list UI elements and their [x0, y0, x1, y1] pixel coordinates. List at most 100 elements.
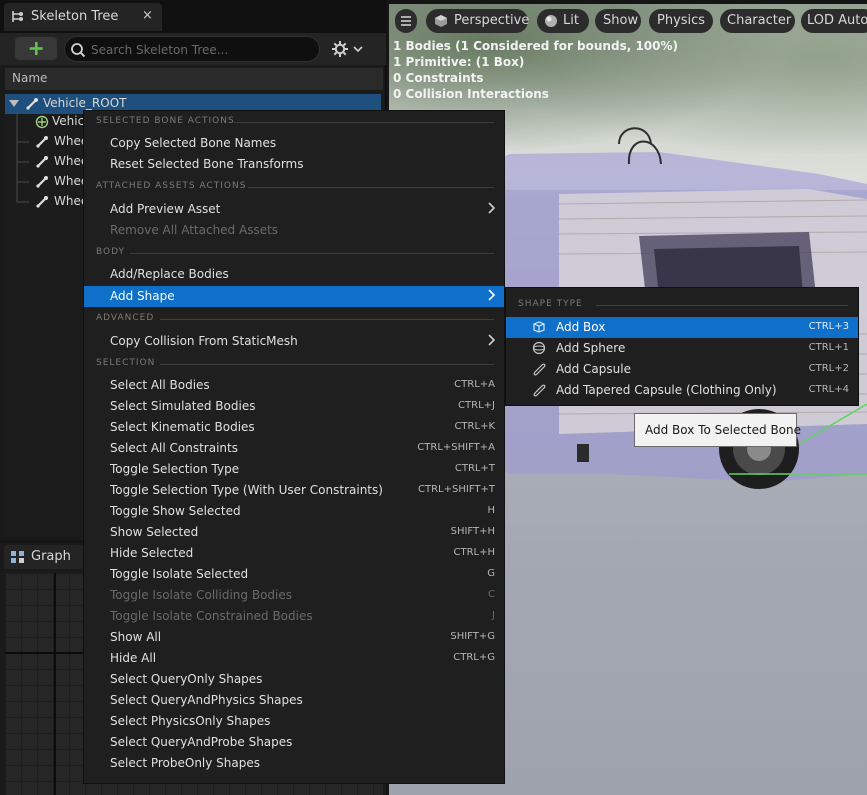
- menu-item-label: Toggle Isolate Colliding Bodies: [110, 588, 292, 602]
- menu-item-select-queryandphysics[interactable]: Select QueryAndPhysics Shapes: [84, 690, 504, 711]
- section-label: SELECTION: [96, 358, 156, 368]
- menu-item-select-all-constraints[interactable]: Select All Constraints CTRL+SHIFT+A: [84, 438, 504, 459]
- tooltip: Add Box To Selected Bone: [634, 413, 801, 447]
- skeleton-tree-icon: [12, 11, 23, 22]
- section-label: SELECTED BONE ACTIONS: [96, 116, 235, 126]
- menu-item-label: Add Sphere: [556, 341, 626, 355]
- section-advanced: ADVANCED: [96, 313, 494, 325]
- sphere-shape-icon: [532, 341, 546, 355]
- menu-item-toggle-isolate-constrained[interactable]: Toggle Isolate Constrained Bodies J: [84, 606, 504, 627]
- shape-type-submenu: SHAPE TYPE Add Box CTRL+3 Add Sphere CTR…: [505, 287, 859, 406]
- section-selection: SELECTION: [96, 358, 494, 370]
- tapered-capsule-icon: [533, 384, 546, 397]
- menu-item-label: Toggle Show Selected: [110, 504, 241, 518]
- button-label: Character: [727, 13, 792, 28]
- show-button[interactable]: Show: [595, 9, 641, 33]
- menu-item-shortcut: H: [487, 505, 495, 516]
- menu-item-label: Copy Collision From StaticMesh: [110, 334, 298, 348]
- perspective-button[interactable]: Perspective: [426, 9, 529, 33]
- menu-item-select-physicsonly[interactable]: Select PhysicsOnly Shapes: [84, 711, 504, 732]
- menu-item-label: Add Capsule: [556, 362, 631, 376]
- menu-item-add-replace-bodies[interactable]: Add/Replace Bodies: [84, 264, 504, 285]
- menu-item-label: Select QueryAndPhysics Shapes: [110, 693, 303, 707]
- box-shape-icon: [533, 321, 545, 333]
- sphere-icon: [545, 15, 557, 27]
- menu-item-add-tapered-capsule[interactable]: Add Tapered Capsule (Clothing Only) CTRL…: [506, 380, 858, 401]
- menu-item-label: Toggle Selection Type (With User Constra…: [110, 483, 383, 497]
- menu-item-shortcut: CTRL+G: [453, 652, 495, 663]
- menu-item-shortcut: CTRL+1: [808, 342, 849, 353]
- physics-button[interactable]: Physics: [649, 9, 713, 33]
- menu-item-remove-attached-assets[interactable]: Remove All Attached Assets: [84, 220, 504, 241]
- button-label: Lit: [563, 13, 579, 28]
- tree-row-label: Vehic: [52, 114, 85, 128]
- search-box[interactable]: [64, 36, 320, 62]
- menu-item-shortcut: CTRL+SHIFT+T: [418, 484, 495, 495]
- socket-icon: [35, 115, 49, 129]
- settings-dropdown[interactable]: [330, 39, 366, 59]
- section-body: BODY: [96, 247, 494, 259]
- tab-skeleton-tree[interactable]: Skeleton Tree ×: [4, 3, 162, 31]
- menu-item-toggle-isolate-selected[interactable]: Toggle Isolate Selected G: [84, 564, 504, 585]
- expand-arrow-icon[interactable]: [9, 100, 19, 108]
- lod-button[interactable]: LOD Auto: [801, 9, 867, 33]
- viewport-stats: 1 Bodies (1 Considered for bounds, 100%)…: [393, 38, 678, 102]
- menu-item-reset-bone-transforms[interactable]: Reset Selected Bone Transforms: [84, 154, 504, 175]
- button-label: Physics: [657, 13, 706, 28]
- menu-item-select-simulated-bodies[interactable]: Select Simulated Bodies CTRL+J: [84, 396, 504, 417]
- menu-item-label: Add Preview Asset: [110, 202, 221, 216]
- menu-item-select-queryonly[interactable]: Select QueryOnly Shapes: [84, 669, 504, 690]
- menu-item-select-kinematic-bodies[interactable]: Select Kinematic Bodies CTRL+K: [84, 417, 504, 438]
- section-selected-bone-actions: SELECTED BONE ACTIONS: [96, 116, 494, 128]
- menu-item-shortcut: CTRL+4: [808, 384, 849, 395]
- menu-item-label: Show Selected: [110, 525, 199, 539]
- menu-item-show-selected[interactable]: Show Selected SHIFT+H: [84, 522, 504, 543]
- tree-connector-lines: [16, 112, 29, 203]
- search-icon: [71, 43, 86, 58]
- menu-item-add-box[interactable]: Add Box CTRL+3: [506, 317, 858, 338]
- menu-item-label: Add Box: [556, 320, 606, 334]
- menu-item-label: Select ProbeOnly Shapes: [110, 756, 260, 770]
- menu-item-add-sphere[interactable]: Add Sphere CTRL+1: [506, 338, 858, 359]
- menu-item-shortcut: CTRL+J: [458, 400, 495, 411]
- tab-title: Graph: [31, 549, 71, 564]
- menu-item-toggle-selection-type[interactable]: Toggle Selection Type CTRL+T: [84, 459, 504, 480]
- search-input[interactable]: [91, 41, 311, 59]
- tree-row-label: Vehicle_ROOT: [43, 96, 127, 110]
- bone-icon: [36, 196, 48, 208]
- menu-item-select-probeonly[interactable]: Select ProbeOnly Shapes: [84, 753, 504, 774]
- menu-item-toggle-isolate-colliding[interactable]: Toggle Isolate Colliding Bodies C: [84, 585, 504, 606]
- add-button[interactable]: [15, 37, 57, 60]
- capsule-shape-icon: [533, 363, 546, 376]
- menu-item-hide-all[interactable]: Hide All CTRL+G: [84, 648, 504, 669]
- bone-icon: [36, 176, 48, 188]
- menu-item-shortcut: CTRL+3: [808, 321, 849, 332]
- menu-item-toggle-show-selected[interactable]: Toggle Show Selected H: [84, 501, 504, 522]
- menu-item-shortcut: CTRL+K: [454, 421, 495, 432]
- column-header-name[interactable]: Name: [5, 68, 383, 90]
- menu-item-shortcut: CTRL+H: [453, 547, 495, 558]
- menu-item-copy-collision[interactable]: Copy Collision From StaticMesh: [84, 331, 504, 352]
- menu-item-show-all[interactable]: Show All SHIFT+G: [84, 627, 504, 648]
- menu-item-add-preview-asset[interactable]: Add Preview Asset: [84, 199, 504, 220]
- section-label: SHAPE TYPE: [518, 299, 583, 309]
- menu-item-select-all-bodies[interactable]: Select All Bodies CTRL+A: [84, 375, 504, 396]
- menu-item-select-queryandprobe[interactable]: Select QueryAndProbe Shapes: [84, 732, 504, 753]
- viewport-menu-button[interactable]: [395, 9, 417, 33]
- character-button[interactable]: Character: [720, 9, 795, 33]
- plus-icon: [29, 42, 43, 55]
- menu-item-label: Select All Bodies: [110, 378, 210, 392]
- lit-button[interactable]: Lit: [537, 9, 589, 33]
- menu-item-add-shape[interactable]: Add Shape: [84, 286, 504, 307]
- close-icon[interactable]: ×: [142, 8, 153, 23]
- menu-item-shortcut: SHIFT+H: [450, 526, 495, 537]
- section-label: BODY: [96, 247, 126, 257]
- menu-item-copy-bone-names[interactable]: Copy Selected Bone Names: [84, 133, 504, 154]
- menu-item-hide-selected[interactable]: Hide Selected CTRL+H: [84, 543, 504, 564]
- menu-item-toggle-selection-type-user[interactable]: Toggle Selection Type (With User Constra…: [84, 480, 504, 501]
- menu-item-label: Select QueryAndProbe Shapes: [110, 735, 293, 749]
- menu-item-label: Select Simulated Bodies: [110, 399, 256, 413]
- menu-item-add-capsule[interactable]: Add Capsule CTRL+2: [506, 359, 858, 380]
- menu-item-label: Add/Replace Bodies: [110, 267, 229, 281]
- context-menu: SELECTED BONE ACTIONS Copy Selected Bone…: [83, 110, 505, 784]
